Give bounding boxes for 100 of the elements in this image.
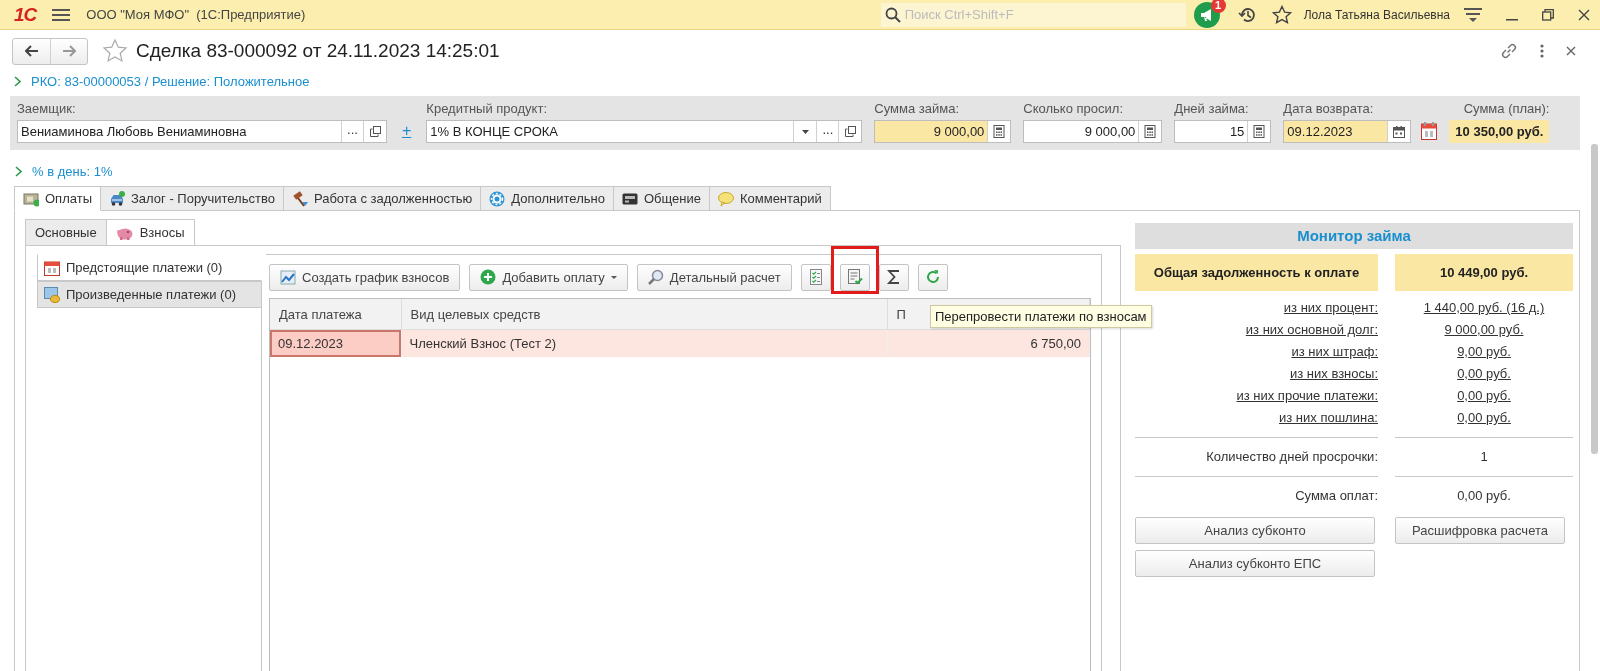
field-label: Сумма займа: (874, 101, 961, 116)
open-window-icon[interactable] (844, 126, 856, 137)
field-label: Заемщик: (17, 101, 77, 116)
more-icon[interactable] (1540, 44, 1544, 58)
left-arrow-icon (24, 45, 39, 57)
breakdown-link[interactable]: из них прочие платежи: (1135, 385, 1378, 407)
tooltip: Перепровести платежи по взносам (930, 305, 1152, 328)
column-header[interactable]: Дата платежа (270, 299, 401, 330)
amount-link[interactable]: 0,00 руб. (1395, 363, 1573, 385)
calendar-icon[interactable] (1421, 122, 1438, 140)
field-label: Кредитный продукт: (426, 101, 548, 116)
chart-icon (280, 269, 296, 285)
tab[interactable]: Взносы (106, 219, 195, 246)
tab[interactable]: Основные (25, 219, 107, 246)
car-icon (109, 190, 125, 207)
sigma-icon (885, 269, 902, 285)
amount-link[interactable]: 9,00 руб. (1395, 341, 1573, 363)
paid-label: Сумма оплат: (1294, 487, 1378, 505)
toolbar-button[interactable]: Детальный расчет (636, 263, 792, 291)
star-icon[interactable] (102, 38, 128, 64)
toolbar-button[interactable]: Создать график взносов (269, 263, 461, 291)
panel-title: Монитор займа (1135, 223, 1573, 249)
calculator-icon[interactable] (993, 125, 1006, 138)
tab[interactable]: Залог - Поручительство (101, 186, 284, 211)
search-icon (884, 6, 901, 23)
action-button[interactable]: Расшифровка расчета (1395, 517, 1565, 544)
app-title: ООО "Моя МФО" (1С:Предприятие) (86, 7, 306, 22)
tab[interactable]: Общение (613, 186, 710, 211)
table-cell: 09.12.2023 (270, 329, 401, 357)
checklist-icon (807, 269, 824, 285)
paid-value: 0,00 руб. (1456, 487, 1512, 505)
overdue-label: Количество дней просрочки: (1205, 448, 1378, 466)
breakdown-link[interactable]: из них пошлина: (1135, 407, 1378, 429)
right-arrow-icon (62, 45, 76, 57)
calendar-icon (44, 259, 60, 276)
refresh-icon (924, 269, 941, 285)
amount-link[interactable]: 0,00 руб. (1395, 385, 1573, 407)
calculator-icon[interactable] (1144, 125, 1157, 138)
table-row[interactable]: 09.12.2023 Членский Взнос (Тест 2) 6 750,00 (270, 329, 1090, 357)
total-debt-label: Общая задолженность к оплате (1135, 254, 1378, 291)
coins-icon (44, 286, 60, 303)
table-cell: 6 750,00 (887, 329, 1090, 357)
user-name[interactable]: Лола Татьяна Васильевна (1303, 7, 1450, 22)
tab[interactable]: Комментарий (709, 186, 831, 211)
rate-link[interactable]: % в день: 1% (32, 163, 113, 179)
chevron-icon[interactable] (14, 75, 21, 87)
column-header[interactable]: Вид целевых средств (401, 299, 887, 330)
select-field[interactable]: 1% В КОНЦЕ СРОКА ... (426, 120, 863, 143)
calendar-icon[interactable] (1393, 125, 1406, 138)
input-field[interactable]: 09.12.2023 (1283, 120, 1412, 143)
toolbar-button[interactable] (878, 263, 909, 291)
document-link[interactable]: РКО: 83-00000053 / Решение: Положительное (31, 73, 310, 89)
breakdown-link[interactable]: из них взносы: (1135, 363, 1378, 385)
link-icon[interactable] (1500, 42, 1518, 60)
amount-link[interactable]: 1 440,00 руб. (16 д.) (1395, 297, 1573, 319)
toolbar-button[interactable] (839, 263, 870, 291)
input-field[interactable]: 15 (1174, 120, 1272, 143)
megaphone-icon[interactable] (1193, 1, 1220, 28)
breakdown-link[interactable]: из них штраф: (1135, 341, 1378, 363)
input-field[interactable]: 9 000,00 (1023, 120, 1163, 143)
table-cell: Членский Взнос (Тест 2) (401, 329, 887, 357)
field-label: Дней займа: (1174, 101, 1250, 116)
chevron-icon[interactable] (15, 165, 22, 177)
tab[interactable]: Работа с задолженностью (283, 186, 482, 211)
speech-bubble-icon (717, 190, 734, 207)
field-label: Сколько просил: (1023, 101, 1124, 116)
settings-menu-icon[interactable] (1464, 6, 1482, 23)
amount-link[interactable]: 0,00 руб. (1395, 407, 1573, 429)
restore-icon[interactable] (1542, 8, 1554, 21)
magnifier-icon (647, 269, 664, 285)
add-icon (480, 269, 497, 285)
list-tab[interactable]: Произведенные платежи (0) (37, 281, 262, 308)
amount-link[interactable]: 9 000,00 руб. (1395, 319, 1573, 341)
close-icon[interactable] (1578, 8, 1590, 21)
tab[interactable]: Дополнительно (481, 186, 614, 211)
input-field[interactable]: 9 000,00 (874, 120, 1012, 143)
list-tab[interactable]: Предстоящие платежи (0) (37, 254, 262, 281)
money-icon (23, 190, 39, 207)
tab[interactable]: Оплаты (14, 186, 101, 211)
notification-badge: 1 (1210, 0, 1226, 13)
menu-icon[interactable] (52, 7, 71, 22)
close-icon[interactable] (1566, 46, 1576, 56)
action-button[interactable]: Анализ субконто (1135, 517, 1375, 544)
input-field[interactable]: Вениаминова Любовь Вениаминовна ... (17, 120, 387, 143)
dropdown-icon[interactable] (801, 129, 809, 134)
open-window-icon[interactable] (369, 126, 381, 137)
dropdown-button[interactable]: Добавить оплату (469, 263, 628, 291)
gavel-icon (291, 190, 308, 207)
planned-sum: 10 350,00 руб. (1449, 120, 1550, 143)
gear-icon (489, 190, 506, 207)
field-label: Дата возврата: (1283, 101, 1375, 116)
scrollbar[interactable] (1591, 144, 1598, 454)
document-check-icon (846, 269, 863, 285)
calculator-icon[interactable] (1253, 125, 1266, 138)
app-logo: 1С (14, 3, 37, 26)
action-button[interactable]: Анализ субконто ЕПС (1135, 550, 1375, 577)
document-title: Сделка 83-000092 от 24.11.2023 14:25:01 (136, 40, 500, 62)
overdue-value: 1 (1479, 448, 1489, 466)
star-icon[interactable] (1271, 4, 1292, 25)
field-label: Сумма (план): (1463, 101, 1550, 116)
